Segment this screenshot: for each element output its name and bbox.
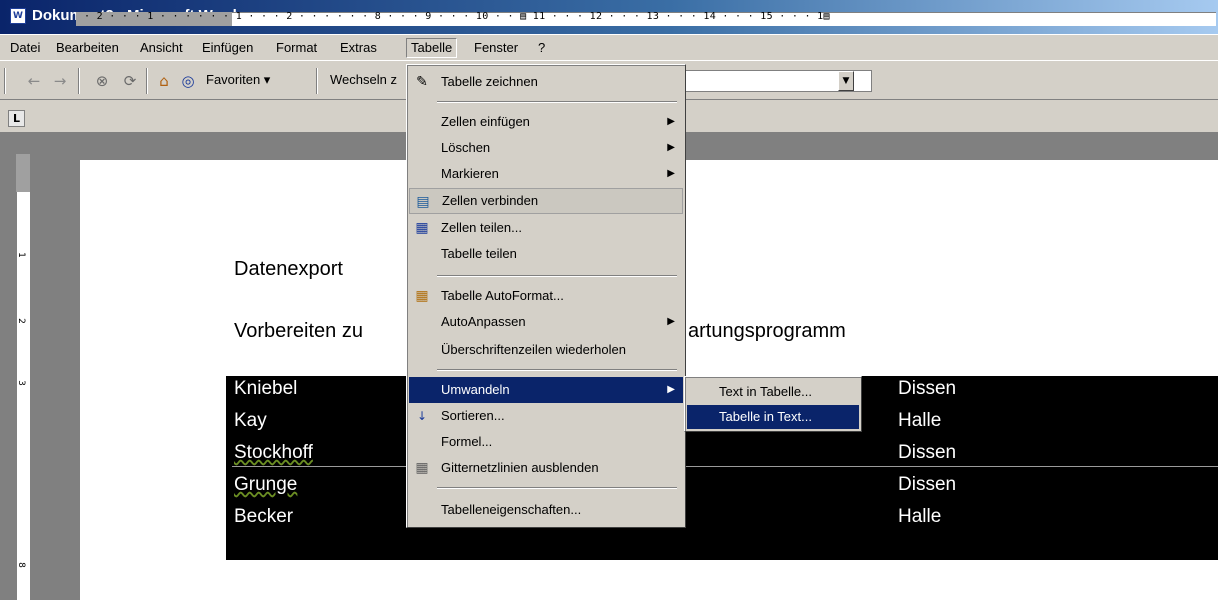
table-gridline [232, 466, 1218, 467]
word-doc-icon[interactable]: W [10, 8, 26, 24]
autoformat-icon: ▦ [415, 288, 429, 304]
table-cell-city[interactable]: Dissen [898, 442, 956, 464]
back-arrow-icon[interactable]: ← [24, 71, 44, 91]
submenu-arrow-icon: ▶ [667, 142, 675, 153]
switch-to-label[interactable]: Wechseln z [330, 72, 397, 87]
table-cell-name[interactable]: Kay [234, 410, 267, 432]
menu-item-autoanpassen[interactable]: AutoAnpassen ▶ [409, 309, 683, 335]
menu-item-sortieren[interactable]: ↓ Sortieren... [409, 403, 683, 429]
menu-item-zellen-verbinden[interactable]: ▤ Zellen verbinden [409, 188, 683, 214]
menu-separator [437, 275, 677, 277]
table-cell-city[interactable]: Halle [898, 410, 941, 432]
menu-item-gitternetzlinien[interactable]: ▦ Gitternetzlinien ausblenden [409, 455, 683, 481]
vruler-number: 2 [15, 318, 26, 324]
submenu-arrow-icon: ▶ [667, 316, 675, 327]
home-icon[interactable]: ⌂ [154, 71, 174, 91]
vruler-number: 1 [15, 252, 26, 258]
tabelle-menu: ✎ Tabelle zeichnen Zellen einfügen ▶ Lös… [406, 64, 686, 528]
refresh-icon[interactable]: ⟳ [120, 71, 140, 91]
vertical-ruler-margin [16, 154, 30, 192]
menu-item-umwandeln[interactable]: Umwandeln ▶ [409, 377, 683, 403]
doc-subheading-right: artungsprogramm [688, 320, 846, 342]
submenu-item-tabelle-in-text[interactable]: Tabelle in Text... [687, 405, 859, 429]
menu-datei[interactable]: Datei [6, 38, 44, 58]
menu-separator [437, 369, 677, 371]
table-cell-city[interactable]: Dissen [898, 474, 956, 496]
menu-item-zellen-teilen[interactable]: ▦ Zellen teilen... [409, 215, 683, 241]
doc-heading: Datenexport [234, 258, 343, 280]
submenu-arrow-icon: ▶ [667, 168, 675, 179]
pencil-icon: ✎ [416, 74, 428, 90]
menu-item-loeschen[interactable]: Löschen ▶ [409, 135, 683, 161]
vertical-ruler[interactable] [16, 154, 30, 600]
search-web-icon[interactable]: ◎ [178, 71, 198, 91]
menu-item-tabelle-zeichnen[interactable]: ✎ Tabelle zeichnen [409, 69, 683, 95]
menu-item-formel[interactable]: Formel... [409, 429, 683, 455]
table-cell-name[interactable]: Kniebel [234, 378, 297, 400]
merge-cells-icon: ▤ [416, 194, 430, 210]
forward-arrow-icon[interactable]: → [50, 71, 70, 91]
favorites-button[interactable]: Favoriten ▾ [206, 72, 270, 88]
menu-item-tabelle-teilen[interactable]: Tabelle teilen [409, 241, 683, 267]
ruler-scale: · 2 · · · 1 · · · · · · 1 · · · 2 · · · … [84, 11, 830, 22]
menu-format[interactable]: Format [272, 38, 321, 58]
menu-bar: Datei Bearbeiten Ansicht Einfügen Format… [0, 34, 1218, 60]
table-cell-city[interactable]: Dissen [898, 378, 956, 400]
submenu-arrow-icon: ▶ [667, 384, 675, 395]
menu-bearbeiten[interactable]: Bearbeiten [52, 38, 123, 58]
menu-item-autoformat[interactable]: ▦ Tabelle AutoFormat... [409, 283, 683, 309]
tab-stop-selector[interactable]: L [8, 110, 25, 127]
vruler-number: 8 [15, 562, 26, 568]
address-dropdown-button[interactable]: ▼ [838, 71, 854, 91]
menu-einfuegen[interactable]: Einfügen [198, 38, 257, 58]
stop-icon[interactable]: ⊗ [92, 71, 112, 91]
menu-extras[interactable]: Extras [336, 38, 381, 58]
menu-tabelle[interactable]: Tabelle [406, 38, 458, 58]
doc-subheading-left: Vorbereiten zu [234, 320, 363, 342]
menu-ansicht[interactable]: Ansicht [136, 38, 187, 58]
gridlines-icon: ▦ [415, 460, 429, 476]
menu-item-markieren[interactable]: Markieren ▶ [409, 161, 683, 187]
menu-item-tabelleneigenschaften[interactable]: Tabelleneigenschaften... [409, 497, 683, 523]
menu-fenster[interactable]: Fenster [470, 38, 522, 58]
menu-item-ueberschriften[interactable]: Überschriftenzeilen wiederholen [409, 337, 683, 363]
table-cell-name[interactable]: Becker [234, 506, 293, 528]
menu-separator [437, 101, 677, 103]
vruler-number: 3 [15, 380, 26, 386]
table-cell-city[interactable]: Halle [898, 506, 941, 528]
toolbar-grip [4, 68, 6, 94]
menu-separator [437, 487, 677, 489]
umwandeln-submenu: Text in Tabelle... Tabelle in Text... [684, 376, 862, 432]
menu-item-zellen-einfuegen[interactable]: Zellen einfügen ▶ [409, 109, 683, 135]
toolbar-separator [146, 68, 148, 94]
toolbar-separator [316, 68, 318, 94]
table-cell-name[interactable]: Stockhoff [234, 442, 313, 464]
submenu-item-text-in-tabelle[interactable]: Text in Tabelle... [687, 380, 859, 404]
menu-help[interactable]: ? [534, 38, 549, 58]
table-cell-name[interactable]: Grunge [234, 474, 297, 496]
submenu-arrow-icon: ▶ [667, 116, 675, 127]
split-cells-icon: ▦ [415, 220, 429, 236]
sort-az-icon: ↓ [416, 409, 428, 423]
toolbar-separator [78, 68, 80, 94]
